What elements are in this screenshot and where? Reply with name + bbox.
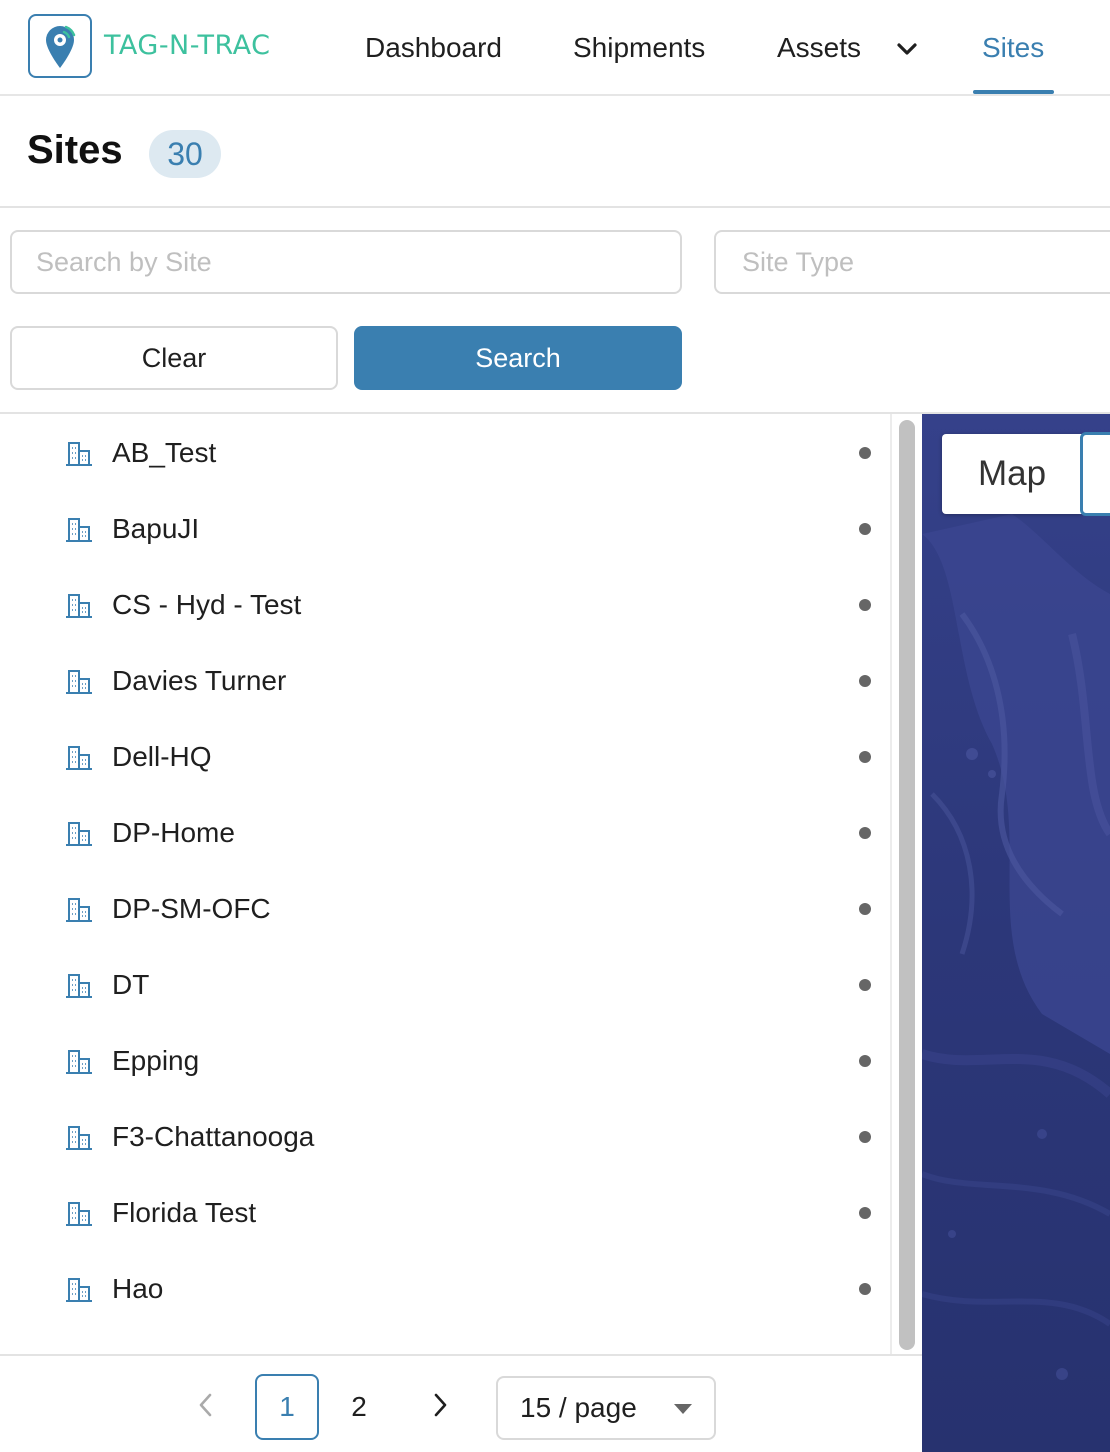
site-list-item[interactable]: Hao xyxy=(0,1251,890,1327)
status-dot xyxy=(859,1055,871,1067)
map-type-map-button[interactable]: Map xyxy=(942,434,1082,514)
logo-pin-icon[interactable] xyxy=(28,14,92,78)
list-scrollbar[interactable] xyxy=(899,420,915,1350)
site-name: F3-Chattanooga xyxy=(112,1121,315,1152)
building-icon xyxy=(66,898,92,922)
site-list-item[interactable]: Dell-HQ xyxy=(0,719,890,795)
building-icon xyxy=(66,1278,92,1302)
divider xyxy=(890,414,892,1354)
chevron-right-icon[interactable] xyxy=(426,1388,454,1422)
building-icon xyxy=(66,746,92,770)
page-size-select[interactable]: 15 / page xyxy=(496,1376,716,1440)
nav-sites[interactable]: Sites xyxy=(982,32,1044,64)
nav-assets[interactable]: Assets xyxy=(777,32,861,64)
page-1-button[interactable]: 1 xyxy=(255,1374,319,1440)
search-by-site-input[interactable] xyxy=(10,230,682,294)
site-list-item[interactable]: DP-SM-OFC xyxy=(0,871,890,947)
building-icon xyxy=(66,1126,92,1150)
divider xyxy=(0,206,1110,208)
chevron-down-icon[interactable] xyxy=(894,36,920,62)
site-list: AB_Test BapuJI CS - Hyd - Test Davies Turne… xyxy=(0,414,922,1354)
site-name: Davies Turner xyxy=(112,665,287,696)
site-name: DT xyxy=(112,969,150,1000)
chevron-left-icon[interactable] xyxy=(192,1388,220,1422)
clear-button[interactable]: Clear xyxy=(10,326,338,390)
site-name: CS - Hyd - Test xyxy=(112,589,302,620)
site-name: DP-SM-OFC xyxy=(112,893,271,924)
site-name: DP-Home xyxy=(112,817,235,848)
pagination: 1 2 15 / page xyxy=(0,1354,922,1452)
status-dot xyxy=(859,675,871,687)
site-name: Epping xyxy=(112,1045,200,1076)
caret-down-icon xyxy=(674,1404,692,1414)
status-dot xyxy=(859,1131,871,1143)
site-name: AB_Test xyxy=(112,437,217,468)
page-size-value: 15 / page xyxy=(520,1392,637,1423)
nav-dashboard[interactable]: Dashboard xyxy=(365,32,502,64)
building-icon xyxy=(66,1050,92,1074)
building-icon xyxy=(66,1202,92,1226)
map-view[interactable]: Map xyxy=(922,414,1110,1452)
page-2-button[interactable]: 2 xyxy=(327,1374,391,1440)
site-name: BapuJI xyxy=(112,513,200,544)
site-name: Florida Test xyxy=(112,1197,257,1228)
logo-wordmark: TAG-N-TRAC xyxy=(104,30,271,61)
search-button[interactable]: Search xyxy=(354,326,682,390)
building-icon xyxy=(66,594,92,618)
site-list-item[interactable]: AB_Test xyxy=(0,415,890,491)
building-icon xyxy=(66,518,92,542)
status-dot xyxy=(859,979,871,991)
status-dot xyxy=(859,751,871,763)
site-name: Hao xyxy=(112,1273,164,1304)
status-dot xyxy=(859,599,871,611)
site-list-item[interactable]: Davies Turner xyxy=(0,643,890,719)
building-icon xyxy=(66,974,92,998)
active-tab-indicator xyxy=(973,90,1054,94)
status-dot xyxy=(859,827,871,839)
status-dot xyxy=(859,903,871,915)
site-list-item[interactable]: DT xyxy=(0,947,890,1023)
site-list-item[interactable]: CS - Hyd - Test xyxy=(0,567,890,643)
satellite-map-terrain xyxy=(922,414,1110,1452)
status-dot xyxy=(859,1207,871,1219)
building-icon xyxy=(66,822,92,846)
site-list-item[interactable]: Florida Test xyxy=(0,1175,890,1251)
site-type-placeholder: Site Type xyxy=(742,246,855,277)
nav-shipments[interactable]: Shipments xyxy=(573,32,705,64)
site-list-item[interactable]: F3-Chattanooga xyxy=(0,1099,890,1175)
status-dot xyxy=(859,523,871,535)
site-list-item[interactable]: Epping xyxy=(0,1023,890,1099)
sites-count-badge: 30 xyxy=(149,130,221,178)
status-dot xyxy=(859,447,871,459)
top-navigation-bar: TAG-N-TRAC Dashboard Shipments Assets Si… xyxy=(0,0,1110,96)
map-type-satellite-button[interactable] xyxy=(1080,432,1110,516)
site-list-item[interactable]: BapuJI xyxy=(0,491,890,567)
page-title: Sites xyxy=(27,128,123,172)
site-name: Dell-HQ xyxy=(112,741,212,772)
building-icon xyxy=(66,670,92,694)
status-dot xyxy=(859,1283,871,1295)
building-icon xyxy=(66,442,92,466)
site-list-item[interactable]: DP-Home xyxy=(0,795,890,871)
site-type-select[interactable]: Site Type xyxy=(714,230,1110,294)
